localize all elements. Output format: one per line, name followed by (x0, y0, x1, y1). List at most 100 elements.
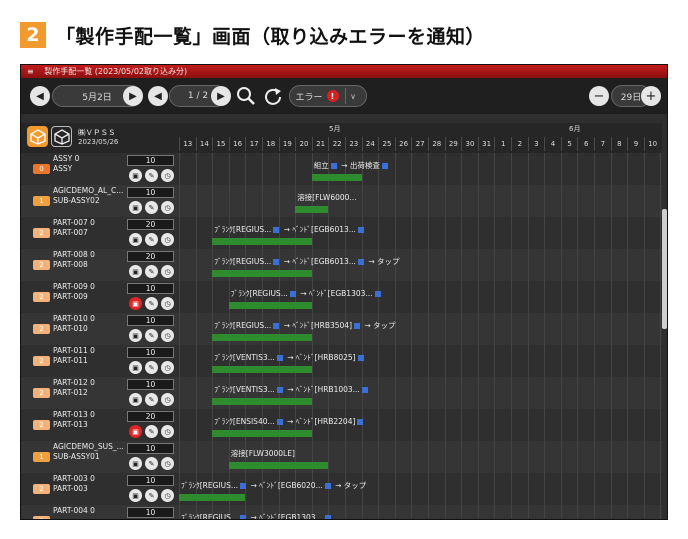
wrench-icon[interactable]: ✎ (145, 361, 158, 374)
gantt-row[interactable]: PART-012 0 2 PART-012 10 ▣ ✎ ◷ ﾌﾞﾗﾝｸ[VENTIS3...… (21, 377, 662, 409)
quantity-field[interactable]: 10 (127, 315, 174, 326)
arrow-icon: → (248, 513, 260, 520)
chevron-down-icon[interactable]: ∨ (344, 88, 361, 104)
quantity-field[interactable]: 10 (127, 475, 174, 486)
schedule-bar[interactable] (228, 462, 329, 469)
caption-number: 2 (20, 22, 46, 48)
wrench-icon[interactable]: ✎ (145, 329, 158, 342)
prev-page-button[interactable]: ◀ (148, 86, 168, 106)
schedule-bar[interactable] (311, 174, 362, 181)
quantity-field[interactable]: 20 (127, 251, 174, 262)
timer-icon[interactable]: ◷ (161, 265, 174, 278)
search-button[interactable] (235, 85, 257, 107)
gantt-row[interactable]: AGICDEMO_SUS_... 1 SUB-ASSY01 10 ▣ ✎ ◷ 溶接[FLW30… (21, 441, 662, 473)
timer-icon[interactable]: ◷ (161, 425, 174, 438)
wrench-icon[interactable]: ✎ (145, 265, 158, 278)
assembly-cube-icon[interactable] (27, 126, 48, 147)
timer-icon[interactable]: ◷ (161, 361, 174, 374)
wrench-icon[interactable]: ✎ (145, 457, 158, 470)
page-label: 1 / 2 (187, 91, 209, 101)
image-icon[interactable]: ▣ (129, 361, 142, 374)
schedule-bar[interactable] (228, 302, 312, 309)
gantt-row[interactable]: PART-008 0 2 PART-008 20 ▣ ✎ ◷ ﾌﾞﾗﾝｸ[REGIUS... … (21, 249, 662, 281)
row-info: PART-009 0 2 PART-009 10 ▣ ✎ ◷ (21, 281, 179, 313)
prev-date-button[interactable]: ◀ (30, 86, 50, 106)
image-icon[interactable]: ▣ (129, 233, 142, 246)
schedule-bar[interactable] (295, 206, 329, 213)
level-badge: 1 (33, 452, 50, 462)
level-badge: 2 (33, 420, 50, 430)
process-step: ﾍﾞﾝﾄﾞ[EGB1303... (308, 289, 373, 298)
level-badge: 2 (33, 516, 50, 519)
schedule-bar[interactable] (212, 334, 312, 341)
item-name: AGICDEMO_SUS_... (53, 442, 124, 451)
quantity-field[interactable]: 10 (127, 187, 174, 198)
gantt-row[interactable]: ASSY 0 0 ASSY 10 ▣ ✎ ◷ 組立 → 出荷検査 (21, 153, 662, 185)
part-cube-icon[interactable] (51, 126, 72, 147)
process-label: 溶接[FLW6000... (297, 192, 356, 203)
image-icon[interactable]: ▣ (129, 393, 142, 406)
error-image-icon[interactable]: ▣ (129, 425, 142, 438)
gantt-timeline-header: 5月 6月 13 14 15 16 17 18 19 20 21 22 23 24 25 26 27 28 29 30… (179, 123, 662, 153)
image-icon[interactable]: ▣ (129, 329, 142, 342)
gantt-row[interactable]: PART-004 0210▣✎◷ﾌﾞﾗﾝｸ[REGIUS... → ﾍﾞﾝﾄﾞ[… (21, 505, 662, 520)
item-name: PART-008 0 (53, 250, 95, 259)
day-header-cell: 19 (278, 137, 296, 151)
wrench-icon[interactable]: ✎ (145, 233, 158, 246)
schedule-bar[interactable] (212, 398, 312, 405)
schedule-bar[interactable] (212, 366, 312, 373)
gantt-row[interactable]: PART-010 0 2 PART-010 10 ▣ ✎ ◷ ﾌﾞﾗﾝｸ[REGIUS... … (21, 313, 662, 345)
quantity-field[interactable]: 10 (127, 443, 174, 454)
quantity-field[interactable]: 20 (127, 411, 174, 422)
timer-icon[interactable]: ◷ (161, 297, 174, 310)
image-icon[interactable]: ▣ (129, 265, 142, 278)
quantity-field[interactable]: 10 (127, 283, 174, 294)
wrench-icon[interactable]: ✎ (145, 297, 158, 310)
quantity-field[interactable]: 10 (127, 507, 174, 518)
timer-icon[interactable]: ◷ (161, 457, 174, 470)
image-icon[interactable]: ▣ (129, 457, 142, 470)
wrench-icon[interactable]: ✎ (145, 169, 158, 182)
timer-icon[interactable]: ◷ (161, 169, 174, 182)
refresh-button[interactable] (262, 85, 284, 107)
day-header-cell: 25 (378, 137, 395, 151)
wrench-icon[interactable]: ✎ (145, 201, 158, 214)
gantt-row[interactable]: PART-013 0 2 PART-013 20 ▣ ✎ ◷ ﾌﾞﾗﾝｸ[ENSIS40...… (21, 409, 662, 441)
image-icon[interactable]: ▣ (129, 489, 142, 502)
quantity-field[interactable]: 10 (127, 347, 174, 358)
timer-icon[interactable]: ◷ (161, 233, 174, 246)
schedule-bar[interactable] (212, 430, 312, 437)
gantt-row[interactable]: PART-007 0 2 PART-007 20 ▣ ✎ ◷ ﾌﾞﾗﾝｸ[REGIUS... … (21, 217, 662, 249)
timer-icon[interactable]: ◷ (161, 393, 174, 406)
timer-icon[interactable]: ◷ (161, 329, 174, 342)
image-icon[interactable]: ▣ (129, 201, 142, 214)
wrench-icon[interactable]: ✎ (145, 425, 158, 438)
error-filter[interactable]: エラー ! ∨ (289, 85, 367, 107)
hamburger-icon[interactable]: ≡ (27, 65, 34, 78)
next-page-button[interactable]: ▶ (211, 86, 231, 106)
schedule-bar[interactable] (179, 494, 246, 501)
error-image-icon[interactable]: ▣ (129, 297, 142, 310)
vertical-scrollbar[interactable] (662, 209, 667, 329)
image-icon[interactable]: ▣ (129, 169, 142, 182)
wrench-icon[interactable]: ✎ (145, 393, 158, 406)
process-step: ﾍﾞﾝﾄﾞ[HRB3504] (292, 321, 352, 330)
arrow-icon: → (338, 161, 350, 170)
process-step: ﾌﾞﾗﾝｸ[REGIUS... (214, 225, 272, 234)
timer-icon[interactable]: ◷ (161, 489, 174, 502)
schedule-bar[interactable] (212, 270, 312, 277)
schedule-bar[interactable] (212, 238, 312, 245)
gantt-row[interactable]: PART-003 0 2 PART-003 10 ▣ ✎ ◷ ﾌﾞﾗﾝｸ[REGIUS... … (21, 473, 662, 505)
quantity-field[interactable]: 10 (127, 155, 174, 166)
timer-icon[interactable]: ◷ (161, 201, 174, 214)
gantt-row[interactable]: PART-011 0 2 PART-011 10 ▣ ✎ ◷ ﾌﾞﾗﾝｸ[VENTIS3...… (21, 345, 662, 377)
quantity-field[interactable]: 10 (127, 379, 174, 390)
zoom-in-button[interactable]: + (641, 86, 661, 106)
process-step: ﾍﾞﾝﾄﾞ[EGB6020... (259, 481, 323, 490)
quantity-field[interactable]: 20 (127, 219, 174, 230)
next-date-button[interactable]: ▶ (123, 86, 143, 106)
zoom-out-button[interactable]: − (589, 86, 609, 106)
gantt-row[interactable]: PART-009 0 2 PART-009 10 ▣ ✎ ◷ ﾌﾞﾗﾝｸ[REGIUS... … (21, 281, 662, 313)
gantt-row[interactable]: AGICDEMO_AL_C... 1 SUB-ASSY02 10 ▣ ✎ ◷ 溶接[FLW60… (21, 185, 662, 217)
wrench-icon[interactable]: ✎ (145, 489, 158, 502)
